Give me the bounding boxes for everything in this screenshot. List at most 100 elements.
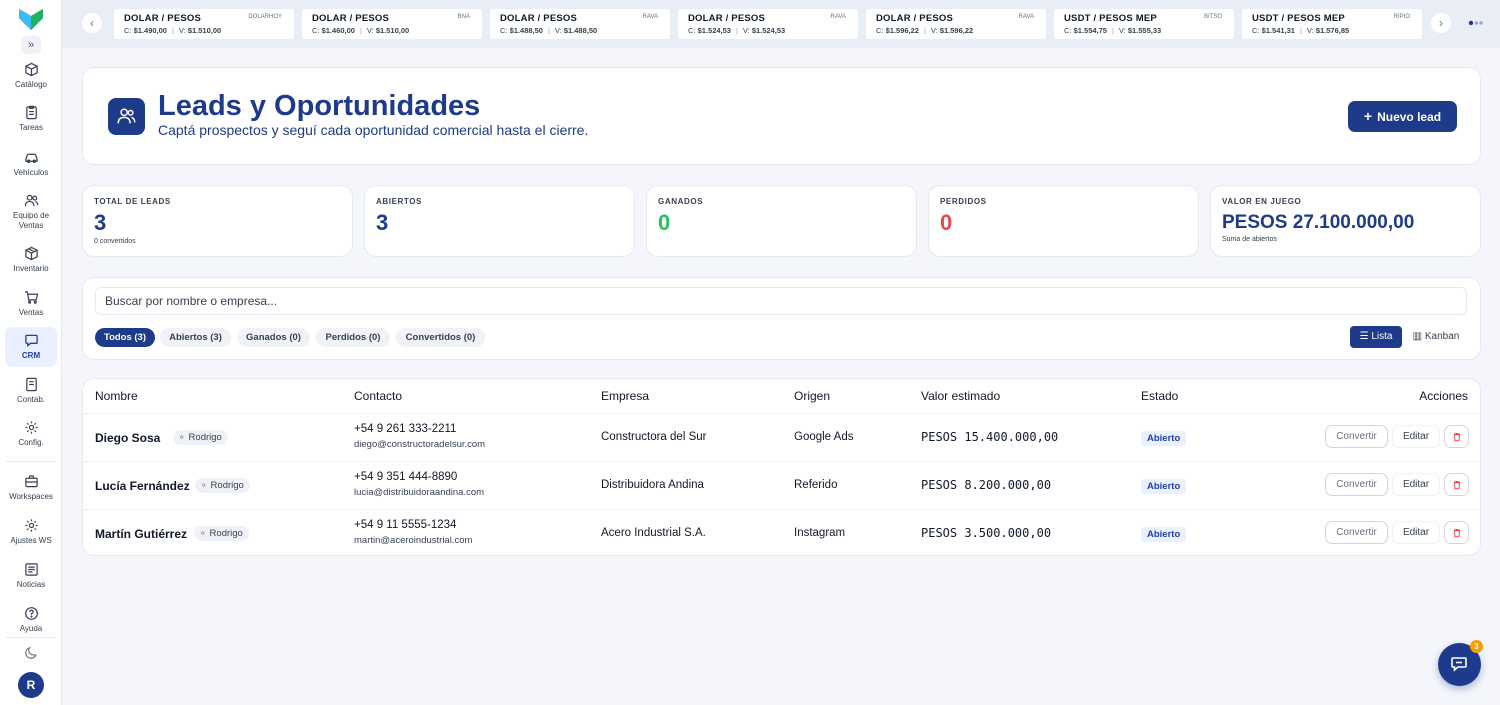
rate-sell-label: V: — [554, 26, 562, 35]
view-list-label: Lista — [1371, 331, 1393, 342]
leads-header-icon — [108, 98, 145, 135]
sidebar-item-config[interactable]: Config. — [5, 420, 57, 448]
edit-button[interactable]: Editar — [1392, 521, 1440, 544]
sidebar-item-ayuda[interactable]: Ayuda — [5, 606, 57, 634]
stat-label: Abiertos — [376, 197, 422, 206]
rate-separator: | — [1299, 26, 1302, 35]
lead-owner-badge: ⚬ Rodrigo — [173, 430, 228, 445]
row-divider — [83, 413, 1480, 414]
rate-separator: | — [1111, 26, 1114, 35]
rate-sell-label: V: — [1306, 26, 1314, 35]
sidebar-item-tareas[interactable]: Tareas — [5, 105, 57, 133]
page-title: Leads y Oportunidades — [158, 90, 481, 122]
user-avatar[interactable]: R — [18, 672, 44, 698]
sidebar: » Catálogo Tareas Vehículos Equipo de Ve… — [0, 0, 62, 705]
convert-button[interactable]: Convertir — [1325, 425, 1388, 448]
sidebar-item-label: Vehículos — [13, 168, 49, 177]
ticker-pagination-icon[interactable] — [1468, 20, 1484, 26]
sidebar-item-label: Workspaces — [9, 492, 53, 501]
filter-chip[interactable]: Convertidos (0) — [396, 328, 485, 347]
sidebar-item-catalogo[interactable]: Catálogo — [5, 62, 57, 90]
delete-button[interactable] — [1444, 425, 1469, 448]
rate-sell: $1.596,22 — [939, 26, 974, 35]
rate-pair: DOLAR / PESOS — [500, 13, 578, 24]
rate-sell-label: V: — [742, 26, 750, 35]
column-header: Valor estimado — [921, 389, 1001, 403]
view-list-button[interactable]: ☰ Lista — [1350, 326, 1402, 348]
dark-mode-toggle-icon[interactable] — [24, 646, 38, 660]
view-kanban-button[interactable]: ▥ Kanban — [1407, 326, 1465, 348]
sidebar-item-crm[interactable]: CRM — [5, 327, 57, 367]
sidebar-expand-button[interactable]: » — [21, 36, 41, 54]
lead-email: martin@aceroindustrial.com — [354, 535, 473, 546]
delete-button[interactable] — [1444, 473, 1469, 496]
filter-chip[interactable]: Perdidos (0) — [316, 328, 390, 347]
status-badge: Abierto — [1141, 527, 1187, 542]
search-input[interactable] — [95, 287, 1467, 315]
rate-buy-label: C: — [312, 26, 320, 35]
kanban-icon: ▥ — [1412, 331, 1425, 342]
column-header: Acciones — [1419, 389, 1468, 403]
edit-button[interactable]: Editar — [1392, 425, 1440, 448]
sidebar-item-workspaces[interactable]: Workspaces — [5, 474, 57, 502]
gear-icon — [24, 421, 38, 434]
lead-name[interactable]: Lucía Fernández — [95, 479, 190, 493]
sidebar-item-inventario[interactable]: Inventario — [5, 246, 57, 274]
user-icon: ⚬ — [200, 480, 208, 490]
rate-card[interactable]: DOLAR / PESOS DOLARHOY C: $1.490,00 | V: $1.… — [114, 9, 294, 39]
ticker-next-button[interactable]: › — [1431, 13, 1451, 33]
stat-label: Ganados — [658, 197, 704, 206]
cart-icon — [24, 291, 38, 304]
lead-value: PESOS 15.400.000,00 — [921, 430, 1059, 444]
news-icon — [24, 563, 38, 576]
rate-card[interactable]: USDT / PESOS MEP BITSO C: $1.554,75 | V: $1.… — [1054, 9, 1234, 39]
trash-icon — [1453, 433, 1460, 442]
sidebar-item-vehiculos[interactable]: Vehículos — [5, 150, 57, 178]
sidebar-item-ventas[interactable]: Ventas — [5, 290, 57, 318]
rate-card[interactable]: DOLAR / PESOS RAVA C: $1.524,53 | V: $1.524,… — [678, 9, 858, 39]
stat-note: Suma de abiertos — [1222, 236, 1277, 243]
user-icon: ⚬ — [178, 432, 186, 442]
rate-source: RAVA — [1018, 14, 1034, 20]
convert-button[interactable]: Convertir — [1325, 521, 1388, 544]
rate-sell: $1.488,50 — [563, 26, 598, 35]
rate-card[interactable]: DOLAR / PESOS BNA C: $1.460,00 | V: $1.510,0… — [302, 9, 482, 39]
delete-button[interactable] — [1444, 521, 1469, 544]
sidebar-item-noticias[interactable]: Noticias — [5, 562, 57, 590]
stat-card: Valor en juego PESOS 27.100.000,00 Suma de… — [1210, 185, 1481, 257]
rate-pair: USDT / PESOS MEP — [1252, 13, 1345, 24]
lead-name[interactable]: Diego Sosa — [95, 431, 160, 445]
new-lead-label: Nuevo lead — [1377, 110, 1442, 124]
rate-buy-label: C: — [1064, 26, 1072, 35]
filter-chip[interactable]: Ganados (0) — [237, 328, 310, 347]
ledger-icon — [25, 377, 37, 392]
rate-card[interactable]: DOLAR / PESOS RAVA C: $1.488,50 | V: $1.488,… — [490, 9, 670, 39]
filter-chip[interactable]: Todos (3) — [95, 328, 155, 347]
convert-button[interactable]: Convertir — [1325, 473, 1388, 496]
sidebar-item-label: Equipo de Ventas — [12, 211, 50, 230]
rate-buy: $1.460,00 — [321, 26, 355, 35]
stat-label: Valor en juego — [1222, 197, 1302, 206]
edit-button[interactable]: Editar — [1392, 473, 1440, 496]
rate-separator: | — [923, 26, 926, 35]
app-logo-icon[interactable] — [18, 7, 44, 31]
filter-chip[interactable]: Abiertos (3) — [160, 328, 231, 347]
rate-buy-label: C: — [876, 26, 884, 35]
status-badge: Abierto — [1141, 431, 1187, 446]
sidebar-item-ajustes-ws[interactable]: Ajustes WS — [5, 518, 57, 546]
rate-sell-label: V: — [366, 26, 374, 35]
sidebar-item-equipo-ventas[interactable]: Equipo de Ventas — [5, 193, 57, 230]
lead-name[interactable]: Martín Gutiérrez — [95, 527, 187, 541]
trash-icon — [1453, 529, 1460, 538]
sidebar-item-contab[interactable]: Contab. — [5, 377, 57, 405]
column-header: Origen — [794, 389, 831, 403]
rate-values: C: $1.488,50 | V: $1.488,50 — [500, 26, 597, 35]
rate-card[interactable]: USDT / PESOS MEP RIPIO C: $1.541,31 | V: $1.… — [1242, 9, 1422, 39]
new-lead-button[interactable]: + Nuevo lead — [1348, 101, 1457, 132]
rate-pair: DOLAR / PESOS — [124, 13, 202, 24]
ticker-prev-button[interactable]: ‹ — [82, 13, 102, 33]
rate-card[interactable]: DOLAR / PESOS RAVA C: $1.596,22 | V: $1.596,… — [866, 9, 1046, 39]
filters-card: Todos (3) Abiertos (3) Ganados (0) Perdidos… — [82, 277, 1481, 360]
tasks-icon — [25, 105, 37, 120]
rate-source: DOLARHOY — [248, 14, 282, 20]
